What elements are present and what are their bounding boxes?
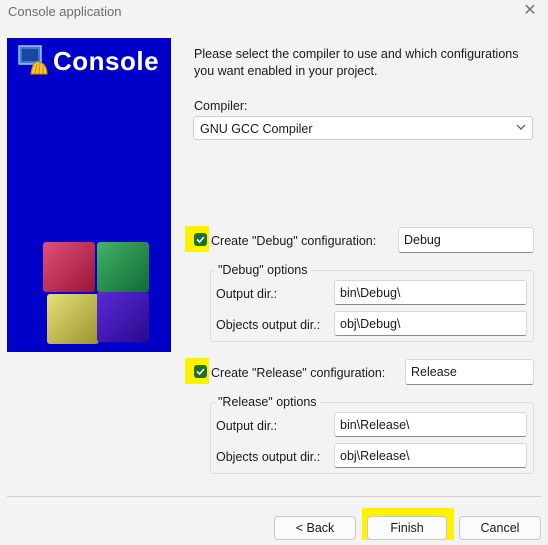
release-output-dir-input[interactable]: bin\Release\ [334,412,527,437]
debug-output-dir-label: Output dir.: [216,287,278,301]
release-objects-dir-input[interactable]: obj\Release\ [334,443,527,468]
debug-objects-dir-input[interactable]: obj\Debug\ [334,311,527,336]
release-checkbox-label: Create "Release" configuration: [211,366,386,380]
debug-name-value: Debug [404,233,441,247]
debug-objects-dir-value: obj\Debug\ [340,317,401,331]
chevron-down-icon [516,124,526,130]
release-objects-dir-value: obj\Release\ [340,449,410,463]
release-output-dir-value: bin\Release\ [340,418,410,432]
banner-title: Console [53,46,160,76]
release-output-dir-label: Output dir.: [216,419,278,433]
debug-checkbox-label: Create "Debug" configuration: [211,234,377,248]
debug-objects-dir-label: Objects output dir.: [216,318,321,332]
release-options-title: "Release" options [215,395,320,409]
checkmark-icon [196,236,205,244]
codeblocks-logo-icon [18,45,48,75]
compiler-select-value: GNU GCC Compiler [200,122,313,136]
compiler-label: Compiler: [194,99,248,113]
debug-output-dir-input[interactable]: bin\Debug\ [334,280,527,305]
close-icon[interactable]: ✕ [520,2,540,20]
debug-checkbox[interactable] [194,233,207,246]
debug-name-input[interactable]: Debug [398,227,534,253]
finish-button[interactable]: Finish [367,516,447,540]
cancel-button[interactable]: Cancel [459,516,541,540]
release-objects-dir-label: Objects output dir.: [216,450,321,464]
debug-options-title: "Debug" options [215,263,311,277]
intro-text: Please select the compiler to use and wh… [194,47,519,78]
compiler-select[interactable]: GNU GCC Compiler [193,116,533,140]
debug-output-dir-value: bin\Debug\ [340,286,401,300]
window-title: Console application [8,4,122,19]
release-checkbox[interactable] [194,365,207,378]
release-name-input[interactable]: Release [405,359,534,385]
checkmark-icon [196,368,205,376]
release-name-value: Release [411,365,457,379]
wizard-banner: Console [7,38,171,352]
back-button[interactable]: < Back [274,516,356,540]
footer-separator [7,496,541,497]
